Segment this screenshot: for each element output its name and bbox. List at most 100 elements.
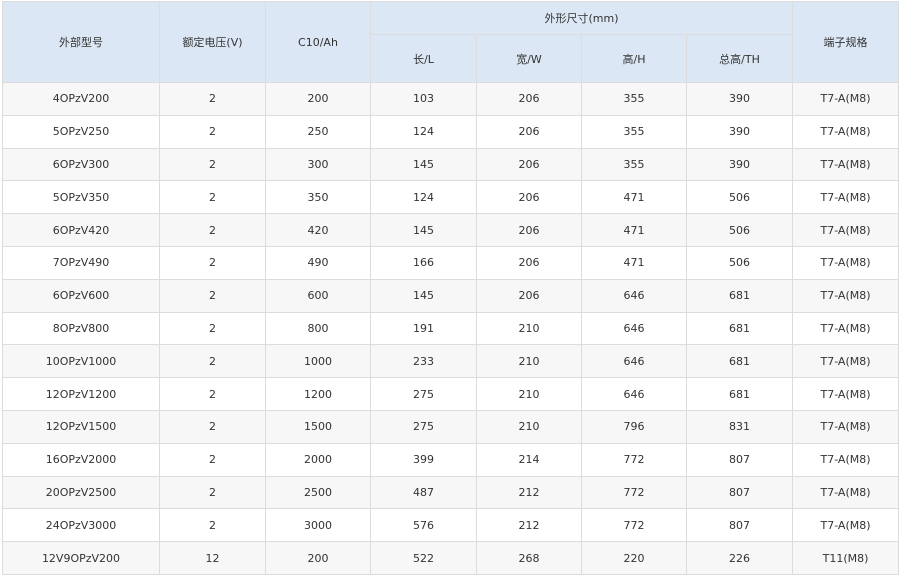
- cell-model: 16OPzV2000: [2, 442, 160, 477]
- cell-terminal: T7-A(M8): [792, 442, 900, 477]
- battery-spec-table: 外部型号 额定电压(V) C10/Ah 外形尺寸(mm) 端子规格 长/L 宽/…: [2, 1, 900, 575]
- cell-capacity: 350: [265, 180, 371, 215]
- cell-width: 214: [476, 442, 582, 477]
- cell-length: 487: [370, 475, 477, 510]
- cell-capacity: 2000: [265, 442, 371, 477]
- cell-capacity: 200: [265, 541, 371, 575]
- cell-terminal: T7-A(M8): [792, 475, 900, 510]
- cell-total-height: 681: [685, 311, 794, 346]
- cell-capacity: 420: [265, 213, 371, 247]
- cell-length: 191: [370, 311, 477, 346]
- cell-terminal: T7-A(M8): [792, 147, 900, 182]
- cell-length: 275: [370, 377, 477, 411]
- table-row: 6OPzV600 2 600 145 206 646 681 T7-A(M8): [2, 278, 900, 313]
- cell-capacity: 600: [265, 278, 371, 313]
- header-length: 长/L: [370, 34, 477, 83]
- table-row: 4OPzV200 2 200 103 206 355 390 T7-A(M8): [2, 82, 900, 116]
- cell-total-height: 681: [685, 278, 794, 313]
- cell-length: 166: [370, 245, 477, 280]
- cell-model: 10OPzV1000: [2, 344, 160, 379]
- cell-total-height: 506: [685, 180, 794, 215]
- cell-voltage: 2: [159, 311, 266, 346]
- cell-length: 145: [370, 278, 477, 313]
- cell-voltage: 2: [159, 213, 266, 247]
- cell-voltage: 2: [159, 82, 266, 116]
- cell-capacity: 300: [265, 147, 371, 182]
- cell-capacity: 800: [265, 311, 371, 346]
- cell-terminal: T7-A(M8): [792, 278, 900, 313]
- table-row: 10OPzV1000 2 1000 233 210 646 681 T7-A(M8): [2, 344, 900, 379]
- cell-height: 471: [581, 245, 687, 280]
- cell-total-height: 831: [685, 409, 794, 444]
- cell-terminal: T7-A(M8): [792, 82, 900, 116]
- cell-width: 210: [476, 409, 582, 444]
- cell-model: 12OPzV1500: [2, 409, 160, 444]
- cell-height: 796: [581, 409, 687, 444]
- cell-voltage: 2: [159, 114, 266, 149]
- cell-height: 646: [581, 344, 687, 379]
- cell-capacity: 200: [265, 82, 371, 116]
- cell-model: 6OPzV420: [2, 213, 160, 247]
- cell-height: 355: [581, 82, 687, 116]
- cell-model: 20OPzV2500: [2, 475, 160, 510]
- table-row: 6OPzV300 2 300 145 206 355 390 T7-A(M8): [2, 147, 900, 182]
- cell-length: 124: [370, 180, 477, 215]
- cell-length: 103: [370, 82, 477, 116]
- cell-model: 5OPzV350: [2, 180, 160, 215]
- cell-capacity: 1500: [265, 409, 371, 444]
- cell-length: 233: [370, 344, 477, 379]
- cell-capacity: 3000: [265, 508, 371, 543]
- header-model: 外部型号: [2, 1, 160, 83]
- cell-length: 275: [370, 409, 477, 444]
- cell-width: 212: [476, 508, 582, 543]
- cell-height: 646: [581, 377, 687, 411]
- table-row: 5OPzV350 2 350 124 206 471 506 T7-A(M8): [2, 180, 900, 215]
- cell-length: 399: [370, 442, 477, 477]
- header-row: 外部型号 额定电压(V) C10/Ah 外形尺寸(mm) 端子规格: [2, 1, 900, 83]
- table-row: 12OPzV1200 2 1200 275 210 646 681 T7-A(M8): [2, 377, 900, 411]
- table-header: 外部型号 额定电压(V) C10/Ah 外形尺寸(mm) 端子规格 长/L 宽/…: [2, 1, 900, 83]
- table-body: 4OPzV200 2 200 103 206 355 390 T7-A(M8) 5OPzV250…: [2, 82, 900, 575]
- cell-model: 8OPzV800: [2, 311, 160, 346]
- header-terminal: 端子规格: [792, 1, 900, 83]
- cell-length: 522: [370, 541, 477, 575]
- cell-total-height: 681: [685, 344, 794, 379]
- cell-total-height: 390: [685, 147, 794, 182]
- cell-model: 12V9OPzV200: [2, 541, 160, 575]
- cell-voltage: 2: [159, 442, 266, 477]
- cell-total-height: 506: [685, 245, 794, 280]
- table-row: 7OPzV490 2 490 166 206 471 506 T7-A(M8): [2, 245, 900, 280]
- cell-length: 145: [370, 213, 477, 247]
- cell-total-height: 390: [685, 82, 794, 116]
- table-row: 16OPzV2000 2 2000 399 214 772 807 T7-A(M8): [2, 442, 900, 477]
- cell-terminal: T7-A(M8): [792, 311, 900, 346]
- cell-total-height: 226: [685, 541, 794, 575]
- cell-terminal: T7-A(M8): [792, 213, 900, 247]
- cell-model: 7OPzV490: [2, 245, 160, 280]
- cell-height: 471: [581, 180, 687, 215]
- header-total-height: 总高/TH: [685, 34, 794, 83]
- page: 外部型号 额定电压(V) C10/Ah 外形尺寸(mm) 端子规格 长/L 宽/…: [0, 0, 900, 576]
- cell-terminal: T11(M8): [792, 541, 900, 575]
- cell-voltage: 2: [159, 475, 266, 510]
- cell-terminal: T7-A(M8): [792, 180, 900, 215]
- cell-height: 646: [581, 311, 687, 346]
- cell-height: 772: [581, 508, 687, 543]
- table-row: 8OPzV800 2 800 191 210 646 681 T7-A(M8): [2, 311, 900, 346]
- cell-total-height: 390: [685, 114, 794, 149]
- cell-voltage: 2: [159, 377, 266, 411]
- cell-model: 24OPzV3000: [2, 508, 160, 543]
- cell-capacity: 1000: [265, 344, 371, 379]
- cell-model: 5OPzV250: [2, 114, 160, 149]
- header-voltage: 额定电压(V): [159, 1, 266, 83]
- cell-capacity: 250: [265, 114, 371, 149]
- header-dimensions: 外形尺寸(mm): [369, 1, 794, 35]
- cell-voltage: 12: [159, 541, 266, 575]
- cell-length: 124: [370, 114, 477, 149]
- cell-length: 145: [370, 147, 477, 182]
- cell-width: 206: [476, 180, 582, 215]
- cell-terminal: T7-A(M8): [792, 508, 900, 543]
- table-row: 24OPzV3000 2 3000 576 212 772 807 T7-A(M8): [2, 508, 900, 543]
- cell-voltage: 2: [159, 245, 266, 280]
- table-row: 20OPzV2500 2 2500 487 212 772 807 T7-A(M8): [2, 475, 900, 510]
